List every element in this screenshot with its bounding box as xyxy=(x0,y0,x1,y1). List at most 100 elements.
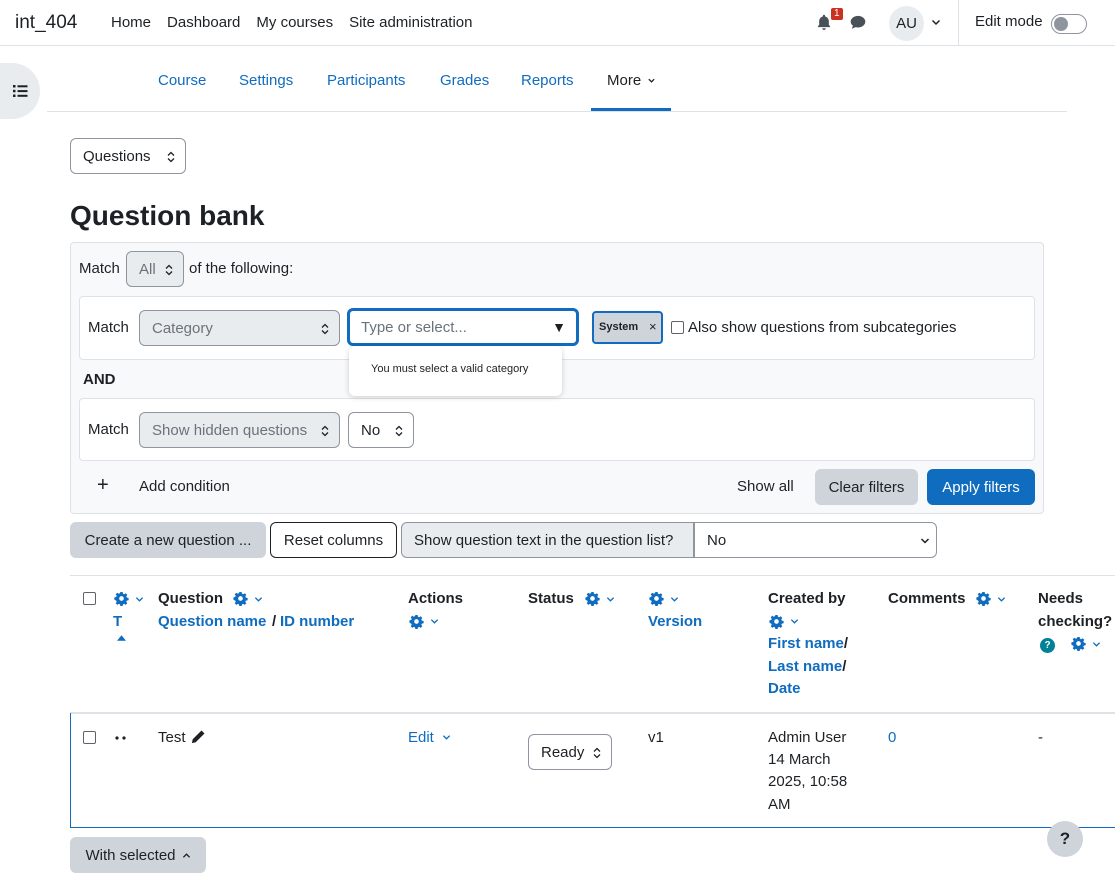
clear-filters-button[interactable]: Clear filters xyxy=(815,469,918,505)
pencil-icon[interactable] xyxy=(190,729,206,745)
condition-match-label: Match xyxy=(88,319,129,336)
tab-more[interactable]: More xyxy=(607,72,656,89)
sort-asc-icon xyxy=(117,635,126,641)
page-title: Question bank xyxy=(70,200,265,231)
condition-field-select[interactable]: Show hidden questions xyxy=(139,412,340,448)
created-date-line3: AM xyxy=(768,796,791,813)
edit-link[interactable]: Edit xyxy=(408,729,434,746)
comments-count-link[interactable]: 0 xyxy=(888,727,896,749)
edit-mode-toggle[interactable] xyxy=(1051,14,1087,34)
select-arrows-icon xyxy=(165,264,173,276)
edit-mode-label: Edit mode xyxy=(975,13,1043,30)
chevron-down-icon[interactable] xyxy=(997,595,1006,604)
close-icon[interactable]: × xyxy=(649,319,657,334)
nav-my-courses[interactable]: My courses xyxy=(256,14,333,31)
show-question-text-select[interactable]: No xyxy=(694,522,937,558)
tab-grades[interactable]: Grades xyxy=(440,72,489,89)
hidden-value: No xyxy=(361,421,381,439)
with-selected-button[interactable]: With selected xyxy=(70,837,206,873)
table-top-border xyxy=(70,575,1115,576)
needs-checking-header: Needs xyxy=(1038,590,1084,607)
subcategories-checkbox[interactable] xyxy=(671,321,684,334)
plus-icon[interactable]: + xyxy=(97,474,109,497)
sort-type-link[interactable]: T xyxy=(113,611,122,633)
category-autocomplete-input[interactable]: Type or select... ▼ xyxy=(347,308,579,346)
add-condition-button[interactable]: Add condition xyxy=(139,478,230,495)
header-separator: / xyxy=(272,613,277,630)
tab-participants[interactable]: Participants xyxy=(327,72,405,89)
user-avatar[interactable]: AU xyxy=(889,6,924,41)
chevron-down-icon[interactable] xyxy=(254,595,263,604)
sort-question-name-link[interactable]: Question name xyxy=(158,611,266,633)
subcategories-label[interactable]: Also show questions from subcategories xyxy=(688,319,956,336)
course-index-toggle[interactable] xyxy=(0,63,40,119)
chevron-down-icon[interactable] xyxy=(606,595,615,604)
hidden-value-select[interactable]: No xyxy=(348,412,414,448)
condition-match-label: Match xyxy=(88,421,129,438)
chevron-up-icon xyxy=(182,852,190,858)
show-question-text-label: Show question text in the question list? xyxy=(401,522,694,558)
gear-icon[interactable] xyxy=(769,614,784,629)
row-select-checkbox[interactable] xyxy=(83,731,96,744)
sort-version-link[interactable]: Version xyxy=(648,611,702,633)
comments-header: Comments xyxy=(888,590,966,607)
active-tab-indicator xyxy=(591,108,671,111)
match-join-select[interactable]: All xyxy=(126,251,184,287)
tab-settings[interactable]: Settings xyxy=(239,72,293,89)
chevron-down-icon xyxy=(920,538,930,544)
chevron-down-icon xyxy=(442,735,451,740)
sort-first-name-link[interactable]: First name xyxy=(768,635,844,652)
sort-date-link[interactable]: Date xyxy=(768,678,801,700)
help-icon[interactable]: ? xyxy=(1040,638,1055,653)
selected-category-tag[interactable]: System × xyxy=(592,311,663,344)
status-select[interactable]: Ready xyxy=(528,734,612,770)
status-header: Status xyxy=(528,590,574,607)
table-row xyxy=(70,713,1115,828)
create-question-button[interactable]: Create a new question ... xyxy=(70,522,266,558)
match-join-value: All xyxy=(139,260,156,278)
needs-checking-value: - xyxy=(1038,729,1043,746)
chevron-down-icon[interactable] xyxy=(930,16,942,28)
primary-navigation: Home Dashboard My courses Site administr… xyxy=(111,14,473,31)
and-label: AND xyxy=(83,371,116,388)
sort-last-name-group: Last name/ xyxy=(768,656,846,678)
edit-menu[interactable]: Edit xyxy=(408,727,451,749)
show-all-button[interactable]: Show all xyxy=(737,478,794,495)
gear-icon[interactable] xyxy=(976,591,991,606)
nav-site-administration[interactable]: Site administration xyxy=(349,14,472,31)
nav-home[interactable]: Home xyxy=(111,14,151,31)
nav-dashboard[interactable]: Dashboard xyxy=(167,14,240,31)
chevron-down-icon[interactable] xyxy=(430,617,439,626)
chevron-down-icon[interactable] xyxy=(1092,640,1101,649)
version-value: v1 xyxy=(648,729,664,746)
tab-course[interactable]: Course xyxy=(158,72,206,89)
chevron-down-icon[interactable] xyxy=(790,617,799,626)
created-date-line1: 14 March xyxy=(768,751,831,768)
gear-icon[interactable] xyxy=(233,591,248,606)
gear-icon[interactable] xyxy=(409,614,424,629)
sort-last-name-link[interactable]: Last name xyxy=(768,658,842,675)
tab-reports[interactable]: Reports xyxy=(521,72,574,89)
sort-id-number-link[interactable]: ID number xyxy=(280,611,354,633)
condition-field-select[interactable]: Category xyxy=(139,310,340,346)
question-header: Question xyxy=(158,590,224,607)
site-name[interactable]: int_404 xyxy=(15,12,77,34)
condition-field-value: Category xyxy=(152,319,213,337)
condition-field-value: Show hidden questions xyxy=(152,421,308,439)
chevron-down-icon[interactable] xyxy=(135,595,144,604)
apply-filters-button[interactable]: Apply filters xyxy=(927,469,1035,505)
gear-icon[interactable] xyxy=(1071,636,1086,651)
divider xyxy=(958,0,959,46)
messages-icon[interactable] xyxy=(849,13,867,31)
gear-icon[interactable] xyxy=(585,591,600,606)
category-input-placeholder: Type or select... xyxy=(361,319,467,336)
reset-columns-button[interactable]: Reset columns xyxy=(270,522,397,558)
gear-icon[interactable] xyxy=(114,591,129,606)
select-all-checkbox[interactable] xyxy=(83,592,96,605)
select-arrows-icon xyxy=(321,425,329,437)
chevron-down-icon[interactable] xyxy=(670,595,679,604)
help-button[interactable]: ? xyxy=(1047,821,1083,857)
question-bank-select[interactable]: Questions xyxy=(70,138,186,174)
gear-icon[interactable] xyxy=(649,591,664,606)
dropdown-triangle-icon[interactable]: ▼ xyxy=(552,319,566,335)
